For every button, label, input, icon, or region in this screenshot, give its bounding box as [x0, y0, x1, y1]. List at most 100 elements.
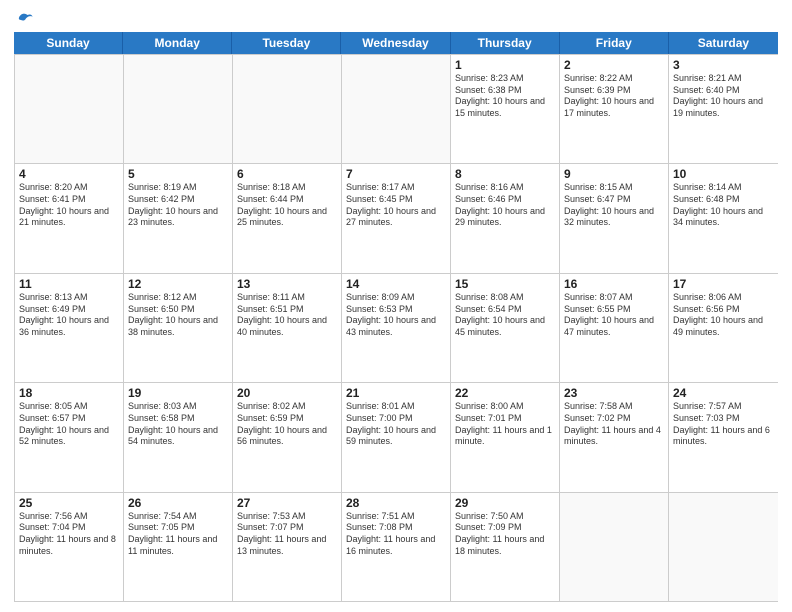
calendar-cell — [342, 55, 451, 163]
cell-day-number: 10 — [673, 167, 774, 181]
cell-day-number: 25 — [19, 496, 119, 510]
weekday-header: Tuesday — [232, 32, 341, 54]
calendar-row: 18Sunrise: 8:05 AM Sunset: 6:57 PM Dayli… — [15, 383, 778, 492]
cell-day-number: 8 — [455, 167, 555, 181]
cell-info: Sunrise: 8:12 AM Sunset: 6:50 PM Dayligh… — [128, 292, 228, 339]
cell-day-number: 14 — [346, 277, 446, 291]
cell-info: Sunrise: 7:57 AM Sunset: 7:03 PM Dayligh… — [673, 401, 774, 448]
cell-info: Sunrise: 8:07 AM Sunset: 6:55 PM Dayligh… — [564, 292, 664, 339]
cell-day-number: 3 — [673, 58, 774, 72]
cell-day-number: 4 — [19, 167, 119, 181]
cell-info: Sunrise: 8:17 AM Sunset: 6:45 PM Dayligh… — [346, 182, 446, 229]
calendar-cell: 9Sunrise: 8:15 AM Sunset: 6:47 PM Daylig… — [560, 164, 669, 272]
calendar-cell: 13Sunrise: 8:11 AM Sunset: 6:51 PM Dayli… — [233, 274, 342, 382]
cell-info: Sunrise: 8:20 AM Sunset: 6:41 PM Dayligh… — [19, 182, 119, 229]
cell-day-number: 7 — [346, 167, 446, 181]
cell-day-number: 27 — [237, 496, 337, 510]
calendar-cell: 11Sunrise: 8:13 AM Sunset: 6:49 PM Dayli… — [15, 274, 124, 382]
cell-day-number: 20 — [237, 386, 337, 400]
calendar-cell: 28Sunrise: 7:51 AM Sunset: 7:08 PM Dayli… — [342, 493, 451, 601]
cell-info: Sunrise: 8:13 AM Sunset: 6:49 PM Dayligh… — [19, 292, 119, 339]
cell-info: Sunrise: 8:02 AM Sunset: 6:59 PM Dayligh… — [237, 401, 337, 448]
cell-day-number: 6 — [237, 167, 337, 181]
cell-day-number: 9 — [564, 167, 664, 181]
cell-info: Sunrise: 7:50 AM Sunset: 7:09 PM Dayligh… — [455, 511, 555, 558]
calendar-cell — [15, 55, 124, 163]
calendar-body: 1Sunrise: 8:23 AM Sunset: 6:38 PM Daylig… — [14, 54, 778, 602]
logo-bird-icon — [16, 10, 36, 30]
cell-day-number: 11 — [19, 277, 119, 291]
calendar-cell: 22Sunrise: 8:00 AM Sunset: 7:01 PM Dayli… — [451, 383, 560, 491]
cell-info: Sunrise: 7:53 AM Sunset: 7:07 PM Dayligh… — [237, 511, 337, 558]
calendar-row: 11Sunrise: 8:13 AM Sunset: 6:49 PM Dayli… — [15, 274, 778, 383]
cell-info: Sunrise: 7:58 AM Sunset: 7:02 PM Dayligh… — [564, 401, 664, 448]
header — [14, 10, 778, 26]
weekday-header: Monday — [123, 32, 232, 54]
logo — [14, 14, 36, 26]
cell-info: Sunrise: 8:05 AM Sunset: 6:57 PM Dayligh… — [19, 401, 119, 448]
calendar-cell: 7Sunrise: 8:17 AM Sunset: 6:45 PM Daylig… — [342, 164, 451, 272]
cell-info: Sunrise: 8:18 AM Sunset: 6:44 PM Dayligh… — [237, 182, 337, 229]
calendar-cell: 17Sunrise: 8:06 AM Sunset: 6:56 PM Dayli… — [669, 274, 778, 382]
calendar-cell — [233, 55, 342, 163]
calendar-cell — [124, 55, 233, 163]
calendar-cell: 18Sunrise: 8:05 AM Sunset: 6:57 PM Dayli… — [15, 383, 124, 491]
cell-day-number: 28 — [346, 496, 446, 510]
cell-info: Sunrise: 8:14 AM Sunset: 6:48 PM Dayligh… — [673, 182, 774, 229]
weekday-header: Friday — [560, 32, 669, 54]
weekday-header: Sunday — [14, 32, 123, 54]
calendar-cell: 10Sunrise: 8:14 AM Sunset: 6:48 PM Dayli… — [669, 164, 778, 272]
cell-day-number: 19 — [128, 386, 228, 400]
calendar-cell — [560, 493, 669, 601]
calendar-cell: 16Sunrise: 8:07 AM Sunset: 6:55 PM Dayli… — [560, 274, 669, 382]
cell-info: Sunrise: 7:54 AM Sunset: 7:05 PM Dayligh… — [128, 511, 228, 558]
cell-day-number: 1 — [455, 58, 555, 72]
calendar-cell: 26Sunrise: 7:54 AM Sunset: 7:05 PM Dayli… — [124, 493, 233, 601]
cell-info: Sunrise: 8:01 AM Sunset: 7:00 PM Dayligh… — [346, 401, 446, 448]
calendar-cell: 8Sunrise: 8:16 AM Sunset: 6:46 PM Daylig… — [451, 164, 560, 272]
weekday-header: Thursday — [451, 32, 560, 54]
cell-info: Sunrise: 7:51 AM Sunset: 7:08 PM Dayligh… — [346, 511, 446, 558]
cell-info: Sunrise: 8:19 AM Sunset: 6:42 PM Dayligh… — [128, 182, 228, 229]
cell-info: Sunrise: 8:22 AM Sunset: 6:39 PM Dayligh… — [564, 73, 664, 120]
calendar-header: SundayMondayTuesdayWednesdayThursdayFrid… — [14, 32, 778, 54]
cell-day-number: 17 — [673, 277, 774, 291]
cell-info: Sunrise: 8:08 AM Sunset: 6:54 PM Dayligh… — [455, 292, 555, 339]
cell-day-number: 23 — [564, 386, 664, 400]
calendar-page: SundayMondayTuesdayWednesdayThursdayFrid… — [0, 0, 792, 612]
cell-day-number: 16 — [564, 277, 664, 291]
cell-info: Sunrise: 8:09 AM Sunset: 6:53 PM Dayligh… — [346, 292, 446, 339]
cell-day-number: 18 — [19, 386, 119, 400]
calendar-cell — [669, 493, 778, 601]
calendar-cell: 2Sunrise: 8:22 AM Sunset: 6:39 PM Daylig… — [560, 55, 669, 163]
cell-day-number: 26 — [128, 496, 228, 510]
calendar-cell: 4Sunrise: 8:20 AM Sunset: 6:41 PM Daylig… — [15, 164, 124, 272]
cell-day-number: 15 — [455, 277, 555, 291]
cell-day-number: 21 — [346, 386, 446, 400]
cell-info: Sunrise: 8:16 AM Sunset: 6:46 PM Dayligh… — [455, 182, 555, 229]
calendar-cell: 3Sunrise: 8:21 AM Sunset: 6:40 PM Daylig… — [669, 55, 778, 163]
calendar-cell: 1Sunrise: 8:23 AM Sunset: 6:38 PM Daylig… — [451, 55, 560, 163]
calendar: SundayMondayTuesdayWednesdayThursdayFrid… — [14, 32, 778, 602]
calendar-cell: 14Sunrise: 8:09 AM Sunset: 6:53 PM Dayli… — [342, 274, 451, 382]
calendar-row: 4Sunrise: 8:20 AM Sunset: 6:41 PM Daylig… — [15, 164, 778, 273]
cell-info: Sunrise: 8:11 AM Sunset: 6:51 PM Dayligh… — [237, 292, 337, 339]
calendar-cell: 25Sunrise: 7:56 AM Sunset: 7:04 PM Dayli… — [15, 493, 124, 601]
calendar-row: 25Sunrise: 7:56 AM Sunset: 7:04 PM Dayli… — [15, 493, 778, 602]
calendar-row: 1Sunrise: 8:23 AM Sunset: 6:38 PM Daylig… — [15, 55, 778, 164]
calendar-cell: 12Sunrise: 8:12 AM Sunset: 6:50 PM Dayli… — [124, 274, 233, 382]
calendar-cell: 5Sunrise: 8:19 AM Sunset: 6:42 PM Daylig… — [124, 164, 233, 272]
calendar-cell: 21Sunrise: 8:01 AM Sunset: 7:00 PM Dayli… — [342, 383, 451, 491]
cell-day-number: 2 — [564, 58, 664, 72]
cell-info: Sunrise: 8:03 AM Sunset: 6:58 PM Dayligh… — [128, 401, 228, 448]
calendar-cell: 15Sunrise: 8:08 AM Sunset: 6:54 PM Dayli… — [451, 274, 560, 382]
cell-info: Sunrise: 8:15 AM Sunset: 6:47 PM Dayligh… — [564, 182, 664, 229]
cell-day-number: 24 — [673, 386, 774, 400]
calendar-cell: 6Sunrise: 8:18 AM Sunset: 6:44 PM Daylig… — [233, 164, 342, 272]
cell-day-number: 22 — [455, 386, 555, 400]
weekday-header: Saturday — [669, 32, 778, 54]
cell-day-number: 5 — [128, 167, 228, 181]
cell-info: Sunrise: 8:06 AM Sunset: 6:56 PM Dayligh… — [673, 292, 774, 339]
calendar-cell: 24Sunrise: 7:57 AM Sunset: 7:03 PM Dayli… — [669, 383, 778, 491]
calendar-cell: 19Sunrise: 8:03 AM Sunset: 6:58 PM Dayli… — [124, 383, 233, 491]
